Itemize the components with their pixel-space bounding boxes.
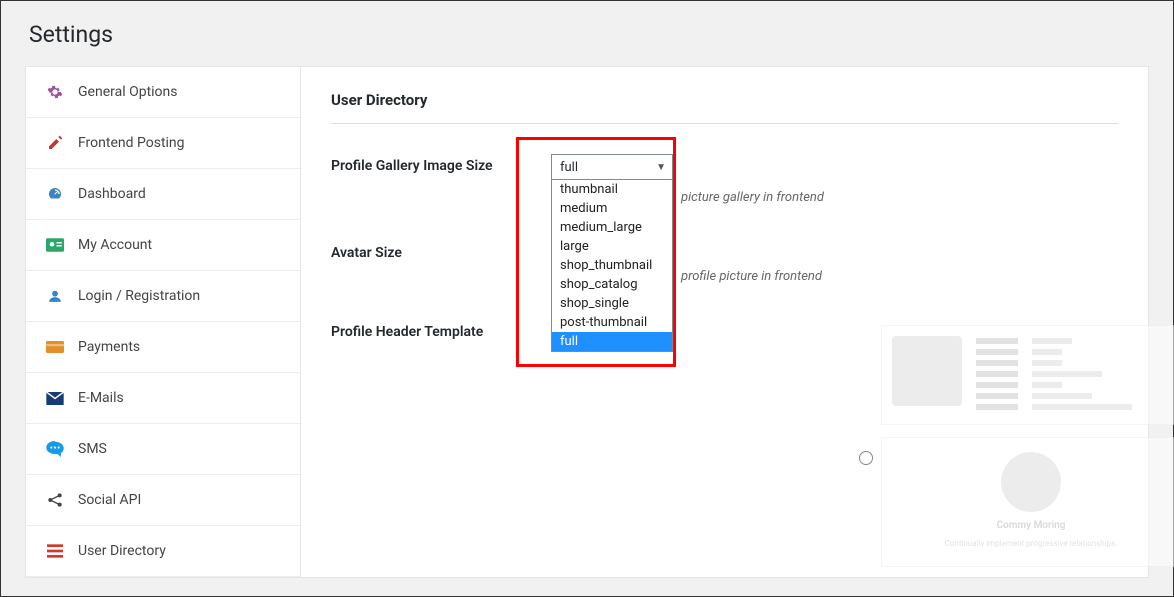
sidebar-item-label: Payments bbox=[78, 339, 140, 355]
dropdown-option-post-thumbnail[interactable]: post-thumbnail bbox=[552, 313, 672, 332]
label-profile-gallery-image-size: Profile Gallery Image Size bbox=[331, 154, 551, 174]
sidebar-item-label: Social API bbox=[78, 492, 141, 508]
sidebar-item-label: SMS bbox=[78, 441, 107, 457]
label-profile-header-template: Profile Header Template bbox=[331, 320, 551, 340]
dropdown-option-large[interactable]: large bbox=[552, 237, 672, 256]
sidebar-item-label: General Options bbox=[78, 84, 178, 100]
preview-subtitle: Continually implement progressive relati… bbox=[945, 539, 1118, 548]
sidebar-item-emails[interactable]: E-Mails bbox=[26, 373, 300, 424]
avatar-placeholder-round bbox=[1001, 452, 1061, 512]
label-avatar-size: Avatar Size bbox=[331, 241, 551, 261]
share-icon bbox=[44, 491, 66, 509]
gauge-icon bbox=[44, 185, 66, 203]
select-profile-gallery-image-size[interactable]: full ▼ bbox=[551, 154, 673, 180]
sidebar-item-label: Dashboard bbox=[78, 186, 146, 202]
sidebar-item-user-directory[interactable]: User Directory bbox=[26, 526, 300, 577]
sidebar-item-login-registration[interactable]: Login / Registration bbox=[26, 271, 300, 322]
sidebar-item-label: E-Mails bbox=[78, 390, 124, 406]
dropdown-option-full[interactable]: full bbox=[552, 332, 672, 351]
sidebar-item-my-account[interactable]: My Account bbox=[26, 220, 300, 271]
list-icon bbox=[44, 542, 66, 560]
user-icon bbox=[44, 287, 66, 305]
sidebar-item-frontend-posting[interactable]: Frontend Posting bbox=[26, 118, 300, 169]
main-panel: User Directory Profile Gallery Image Siz… bbox=[301, 66, 1149, 578]
id-card-icon bbox=[44, 236, 66, 254]
sidebar-item-payments[interactable]: Payments bbox=[26, 322, 300, 373]
settings-container: General Options Frontend Posting Dashboa… bbox=[1, 66, 1173, 578]
sidebar-item-label: My Account bbox=[78, 237, 152, 253]
template-preview-vertical[interactable]: Commy Moring Continually implement progr… bbox=[881, 437, 1174, 567]
sidebar-item-social-api[interactable]: Social API bbox=[26, 475, 300, 526]
dropdown-option-shop-thumbnail[interactable]: shop_thumbnail bbox=[552, 256, 672, 275]
section-title: User Directory bbox=[331, 91, 1118, 124]
sidebar-item-general-options[interactable]: General Options bbox=[26, 67, 300, 118]
hint-gallery-size: picture gallery in frontend bbox=[681, 190, 1118, 205]
sidebar-item-label: Frontend Posting bbox=[78, 135, 185, 151]
dropdown-option-thumbnail[interactable]: thumbnail bbox=[552, 180, 672, 199]
dropdown-option-medium-large[interactable]: medium_large bbox=[552, 218, 672, 237]
dropdown-option-medium[interactable]: medium bbox=[552, 199, 672, 218]
page-title: Settings bbox=[1, 1, 1173, 66]
template-preview-horizontal[interactable] bbox=[881, 325, 1174, 425]
avatar-placeholder bbox=[892, 336, 962, 406]
hint-avatar-size: profile picture in frontend bbox=[681, 269, 1118, 284]
profile-fields-placeholder bbox=[976, 336, 1170, 414]
gear-icon bbox=[44, 83, 66, 101]
preview-name: Commy Moring bbox=[997, 520, 1066, 531]
envelope-icon bbox=[44, 389, 66, 407]
dropdown-gallery-size: thumbnail medium medium_large large shop… bbox=[551, 180, 673, 352]
pencil-icon bbox=[44, 134, 66, 152]
chevron-down-icon: ▼ bbox=[656, 162, 666, 173]
sidebar-item-label: Login / Registration bbox=[78, 288, 200, 304]
dropdown-option-shop-single[interactable]: shop_single bbox=[552, 294, 672, 313]
sidebar-item-sms[interactable]: SMS bbox=[26, 424, 300, 475]
credit-card-icon bbox=[44, 338, 66, 356]
comment-icon bbox=[44, 440, 66, 458]
dropdown-option-shop-catalog[interactable]: shop_catalog bbox=[552, 275, 672, 294]
select-value: full bbox=[560, 160, 578, 175]
row-profile-gallery-image-size: Profile Gallery Image Size full ▼ thumbn… bbox=[331, 154, 1118, 205]
radio-template-vertical[interactable] bbox=[859, 451, 873, 465]
row-avatar-size: Avatar Size profile picture in frontend bbox=[331, 241, 1118, 284]
sidebar-item-dashboard[interactable]: Dashboard bbox=[26, 169, 300, 220]
settings-sidebar: General Options Frontend Posting Dashboa… bbox=[25, 66, 301, 578]
sidebar-item-label: User Directory bbox=[78, 543, 166, 559]
